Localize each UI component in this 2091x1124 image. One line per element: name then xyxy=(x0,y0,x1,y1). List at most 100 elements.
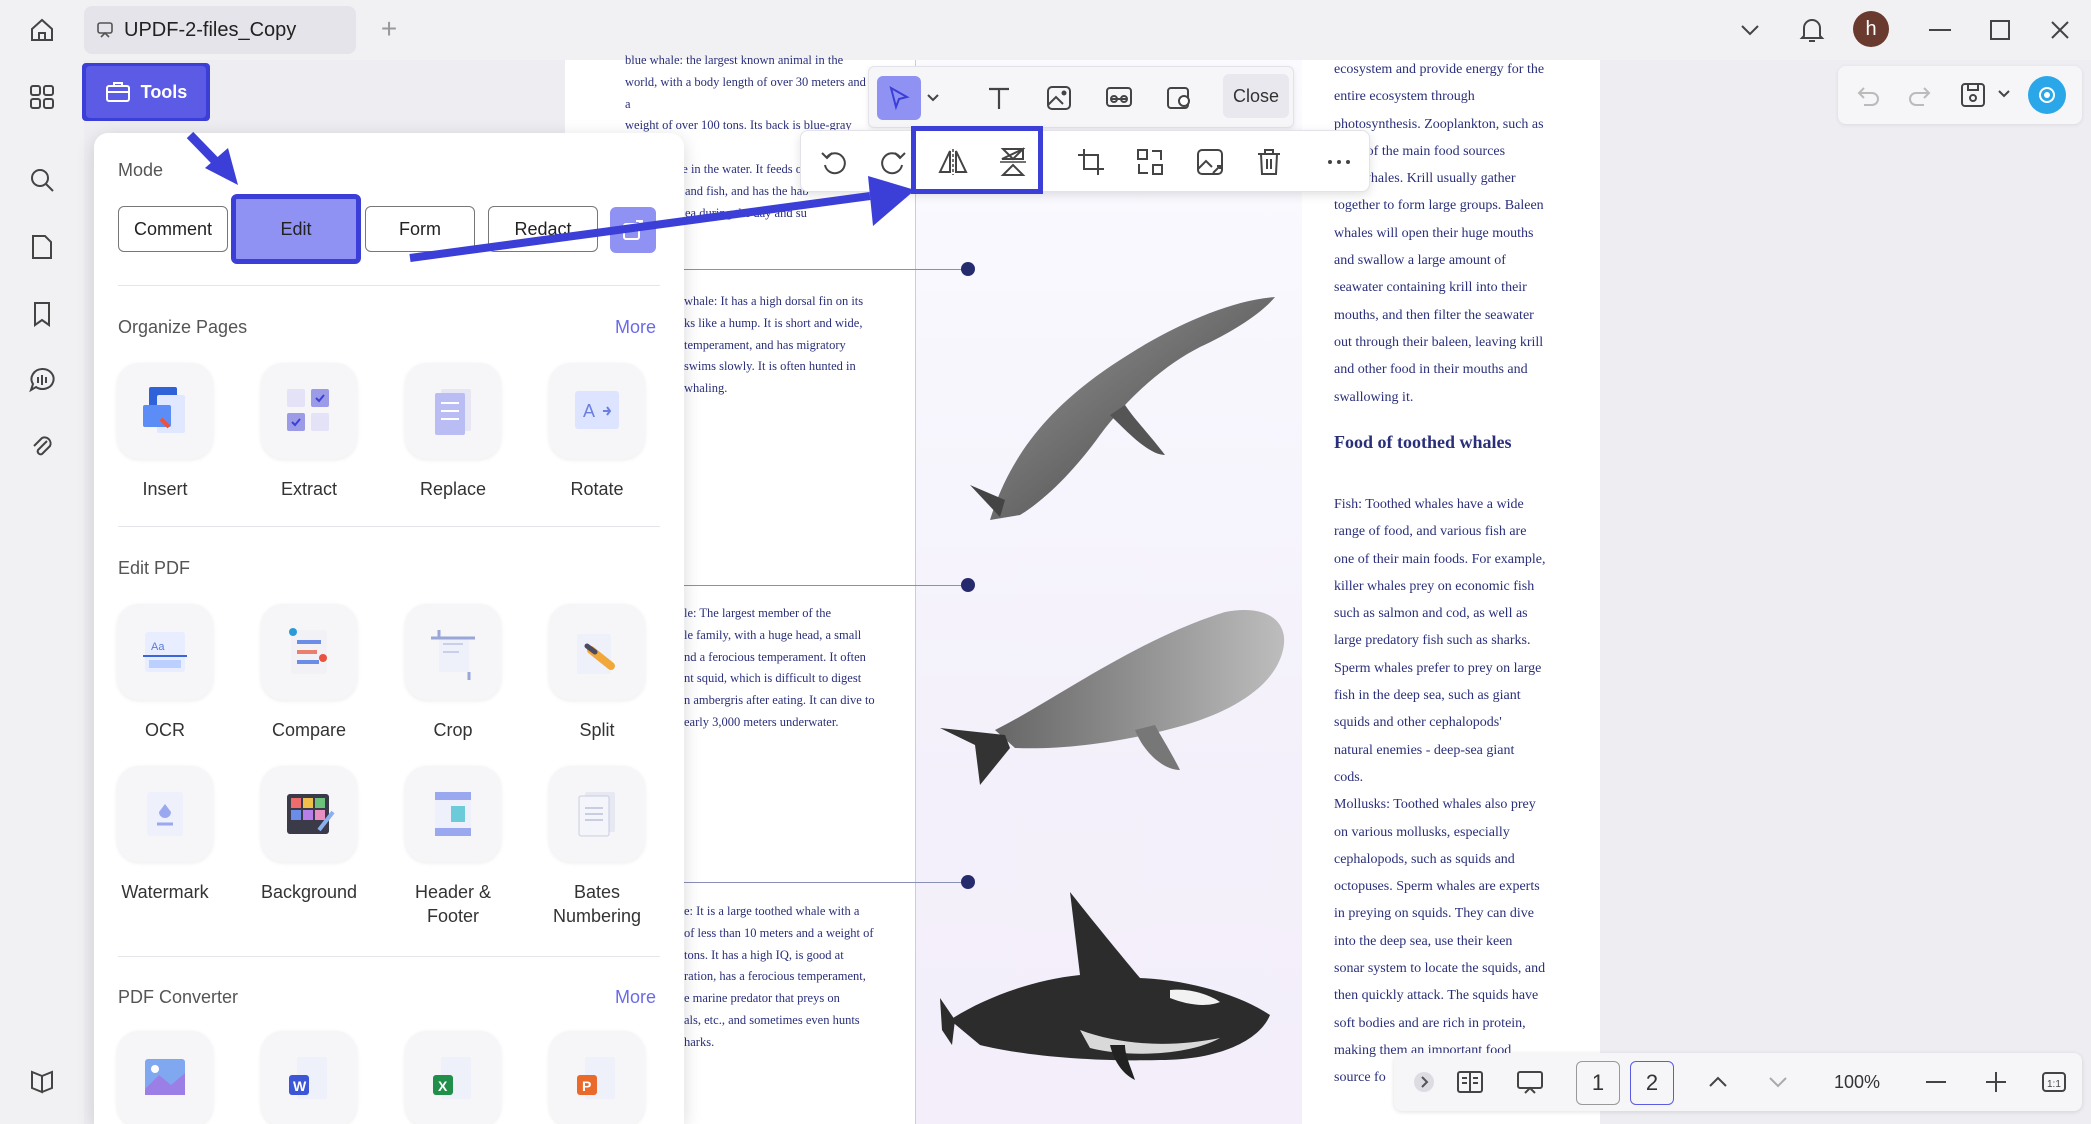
text-line: swims slowly. It is often hunted in xyxy=(684,359,856,374)
tool-pdf-to-powerpoint[interactable]: P xyxy=(532,1031,662,1124)
pages-icon[interactable] xyxy=(22,227,62,267)
mode-redact-button[interactable]: Redact xyxy=(488,206,598,252)
organize-pages-label: Organize Pages xyxy=(118,317,248,337)
organize-more-link[interactable]: More xyxy=(615,317,656,338)
grid-icon[interactable] xyxy=(22,77,62,117)
delete-icon[interactable] xyxy=(1247,140,1291,184)
tool-ocr-label: OCR xyxy=(145,720,185,740)
zoom-level[interactable]: 100% xyxy=(1812,1061,1902,1103)
zoom-out-icon[interactable] xyxy=(1916,1061,1956,1103)
bookmark-icon[interactable] xyxy=(22,294,62,334)
sperm-whale-image[interactable] xyxy=(935,600,1295,790)
tool-header-footer-label: Header & Footer xyxy=(414,882,492,926)
mode-edit-button[interactable]: Edit xyxy=(231,194,361,264)
tool-compare[interactable]: Compare xyxy=(244,604,374,742)
tool-ocr[interactable]: Aa OCR xyxy=(100,604,230,742)
avatar[interactable]: h xyxy=(1853,11,1889,47)
background-icon xyxy=(261,766,357,862)
previous-page-icon[interactable] xyxy=(1698,1061,1738,1103)
add-link-icon[interactable] xyxy=(1097,76,1141,120)
tool-extract[interactable]: Extract xyxy=(244,363,374,501)
undo-icon[interactable] xyxy=(1852,80,1882,110)
excel-icon: X xyxy=(405,1031,501,1124)
more-options-icon[interactable] xyxy=(1317,140,1361,184)
text-line: e: It is a large toothed whale with a xyxy=(684,904,860,918)
mode-form-button[interactable]: Form xyxy=(365,206,475,252)
tool-pdf-to-word[interactable]: W xyxy=(244,1031,374,1124)
rotate-left-icon[interactable] xyxy=(812,140,856,184)
tool-watermark-label: Watermark xyxy=(121,882,209,902)
text-line: early 3,000 meters underwater. xyxy=(684,714,839,729)
tool-background[interactable]: Background xyxy=(244,766,374,904)
new-tab-button[interactable]: + xyxy=(374,13,404,44)
select-cursor-icon[interactable] xyxy=(877,76,921,120)
extract-icon xyxy=(261,363,357,459)
add-text-icon[interactable] xyxy=(977,76,1021,120)
reading-mode-icon[interactable] xyxy=(1448,1061,1492,1103)
chevron-down-icon[interactable] xyxy=(921,76,945,120)
text-block-killer-whale[interactable]: e: It is a large toothed whale with a of… xyxy=(684,901,884,1054)
tool-rotate-label: Rotate xyxy=(570,479,624,499)
text-line: als, etc., and sometimes even hunts xyxy=(684,1012,860,1027)
tool-replace[interactable]: Replace xyxy=(388,363,518,501)
tool-insert[interactable]: Insert xyxy=(100,363,230,501)
expand-arrow-icon[interactable] xyxy=(1404,1061,1444,1103)
document-tab[interactable]: UPDF-2-files_Copy xyxy=(84,6,356,54)
tools-panel: Mode Comment Edit Form Redact Organize P… xyxy=(94,133,684,1124)
presentation-icon[interactable] xyxy=(1508,1061,1552,1103)
tool-split[interactable]: Split xyxy=(532,604,662,742)
replace-image-icon[interactable] xyxy=(1188,140,1232,184)
rotate-right-icon[interactable] xyxy=(871,140,915,184)
tool-rotate[interactable]: A Rotate xyxy=(532,363,662,501)
text-line: nt squid, which is difficult to digest xyxy=(684,671,862,686)
text-line: whale: It has a high dorsal fin on its xyxy=(684,294,864,308)
updf-ai-icon[interactable] xyxy=(2028,76,2066,114)
attachment-icon[interactable] xyxy=(22,426,62,466)
minimize-icon[interactable] xyxy=(1920,10,1960,50)
tool-pdf-to-image[interactable] xyxy=(100,1031,230,1124)
text-line: blue whale: the largest known animal in … xyxy=(625,53,844,67)
close-edit-button[interactable]: Close xyxy=(1223,74,1289,118)
maximize-icon[interactable] xyxy=(1980,10,2020,50)
text-line: tons. It has a high IQ, is good at xyxy=(684,947,844,962)
killer-whale-image[interactable] xyxy=(940,880,1280,1080)
page-1-button[interactable]: 1 xyxy=(1576,1061,1620,1105)
text-line: whaling. xyxy=(684,381,728,396)
page-2-button[interactable]: 2 xyxy=(1630,1061,1674,1105)
insert-icon xyxy=(117,363,213,459)
extract-image-icon[interactable] xyxy=(1128,140,1172,184)
chevron-down-icon[interactable] xyxy=(1730,10,1770,50)
tool-pdf-to-excel[interactable]: X xyxy=(388,1031,518,1124)
add-image-icon[interactable] xyxy=(1037,76,1081,120)
tool-header-footer[interactable]: Header & Footer xyxy=(388,766,518,928)
converter-more-link[interactable]: More xyxy=(615,987,656,1008)
home-icon[interactable] xyxy=(22,13,62,47)
redo-icon[interactable] xyxy=(1906,80,1936,110)
ai-chat-icon[interactable] xyxy=(22,360,62,400)
bell-icon[interactable] xyxy=(1792,10,1832,50)
paragraph-toothed-food[interactable]: Fish: Toothed whales have a wide range o… xyxy=(1334,491,1579,1092)
tool-watermark[interactable]: Watermark xyxy=(100,766,230,904)
paragraph-baleen-food[interactable]: ecosystem and provide energy for the ent… xyxy=(1334,56,1579,411)
next-page-icon[interactable] xyxy=(1758,1061,1798,1103)
tool-bates-numbering[interactable]: Bates Numbering xyxy=(532,766,662,928)
tool-crop[interactable]: Crop xyxy=(388,604,518,742)
crop-icon[interactable] xyxy=(1069,140,1113,184)
close-icon[interactable] xyxy=(2040,10,2080,50)
mode-comment-button[interactable]: Comment xyxy=(118,206,228,252)
actual-size-icon[interactable]: 1:1 xyxy=(2034,1061,2074,1103)
save-icon[interactable] xyxy=(1958,80,1988,110)
divider xyxy=(118,285,660,286)
add-pin-icon[interactable] xyxy=(1157,76,1201,120)
tools-button[interactable]: Tools xyxy=(86,66,206,118)
svg-text:W: W xyxy=(293,1078,307,1094)
heading-toothed-whales-food[interactable]: Food of toothed whales xyxy=(1334,432,1512,453)
zoom-in-icon[interactable] xyxy=(1976,1061,2016,1103)
layers-icon[interactable] xyxy=(22,1060,62,1100)
humpback-whale-image[interactable] xyxy=(960,285,1290,525)
text-block-humpback[interactable]: whale: It has a high dorsal fin on its k… xyxy=(684,291,884,400)
search-icon[interactable] xyxy=(22,160,62,200)
chevron-down-icon[interactable] xyxy=(1998,90,2010,98)
text-block-sperm-whale[interactable]: le: The largest member of the le family,… xyxy=(684,603,884,734)
open-external-icon[interactable] xyxy=(610,207,656,253)
